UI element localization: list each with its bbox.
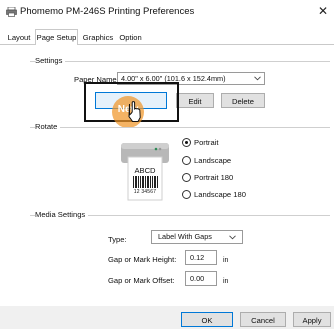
close-button[interactable]: ✕ (316, 3, 330, 19)
cancel-button[interactable]: Cancel (240, 312, 286, 327)
delete-button[interactable]: Delete (221, 93, 265, 108)
radio-portrait[interactable] (182, 138, 191, 147)
chevron-down-icon (254, 76, 261, 81)
gap-offset-input[interactable]: 0.00 (185, 271, 217, 286)
mouse-pointer-icon (128, 101, 141, 122)
apply-button[interactable]: Apply (293, 312, 331, 327)
radio-portrait-180[interactable] (182, 173, 191, 182)
window-title: Phomemo PM-246S Printing Preferences (20, 6, 195, 17)
radio-portrait-180-label: Portrait 180 (194, 173, 234, 182)
tab-layout[interactable]: Layout (5, 31, 33, 43)
gap-height-unit: in (223, 257, 229, 264)
gap-height-label: Gap or Mark Height: (108, 255, 177, 264)
media-type-value: Label With Gaps (158, 232, 212, 241)
printer-icon (6, 7, 17, 17)
radio-landscape-180-label: Landscape 180 (194, 190, 246, 199)
gap-offset-unit: in (223, 278, 229, 285)
rotate-divider (30, 127, 330, 128)
rotate-group-label: Rotate (35, 122, 61, 131)
settings-divider (30, 61, 330, 62)
tab-page-setup[interactable]: Page Setup (35, 29, 78, 45)
ok-button[interactable]: OK (181, 312, 233, 327)
tab-option[interactable]: Option (117, 31, 144, 43)
tab-graphics[interactable]: Graphics (81, 31, 115, 43)
radio-landscape[interactable] (182, 156, 191, 165)
radio-landscape-180[interactable] (182, 190, 191, 199)
gap-offset-label: Gap or Mark Offset: (108, 276, 175, 285)
preview-text: ABCD (134, 166, 156, 175)
type-label: Type: (108, 235, 127, 244)
chevron-down-icon (229, 235, 236, 240)
edit-button[interactable]: Edit (176, 93, 214, 108)
radio-landscape-label: Landscape (194, 156, 232, 165)
media-group-label: Media Settings (35, 210, 89, 219)
radio-portrait-label: Portrait (194, 138, 219, 147)
gap-height-input[interactable]: 0.12 (185, 250, 217, 265)
settings-group-label: Settings (35, 56, 66, 65)
preview-barcode-number: 12 34567 (133, 189, 157, 195)
